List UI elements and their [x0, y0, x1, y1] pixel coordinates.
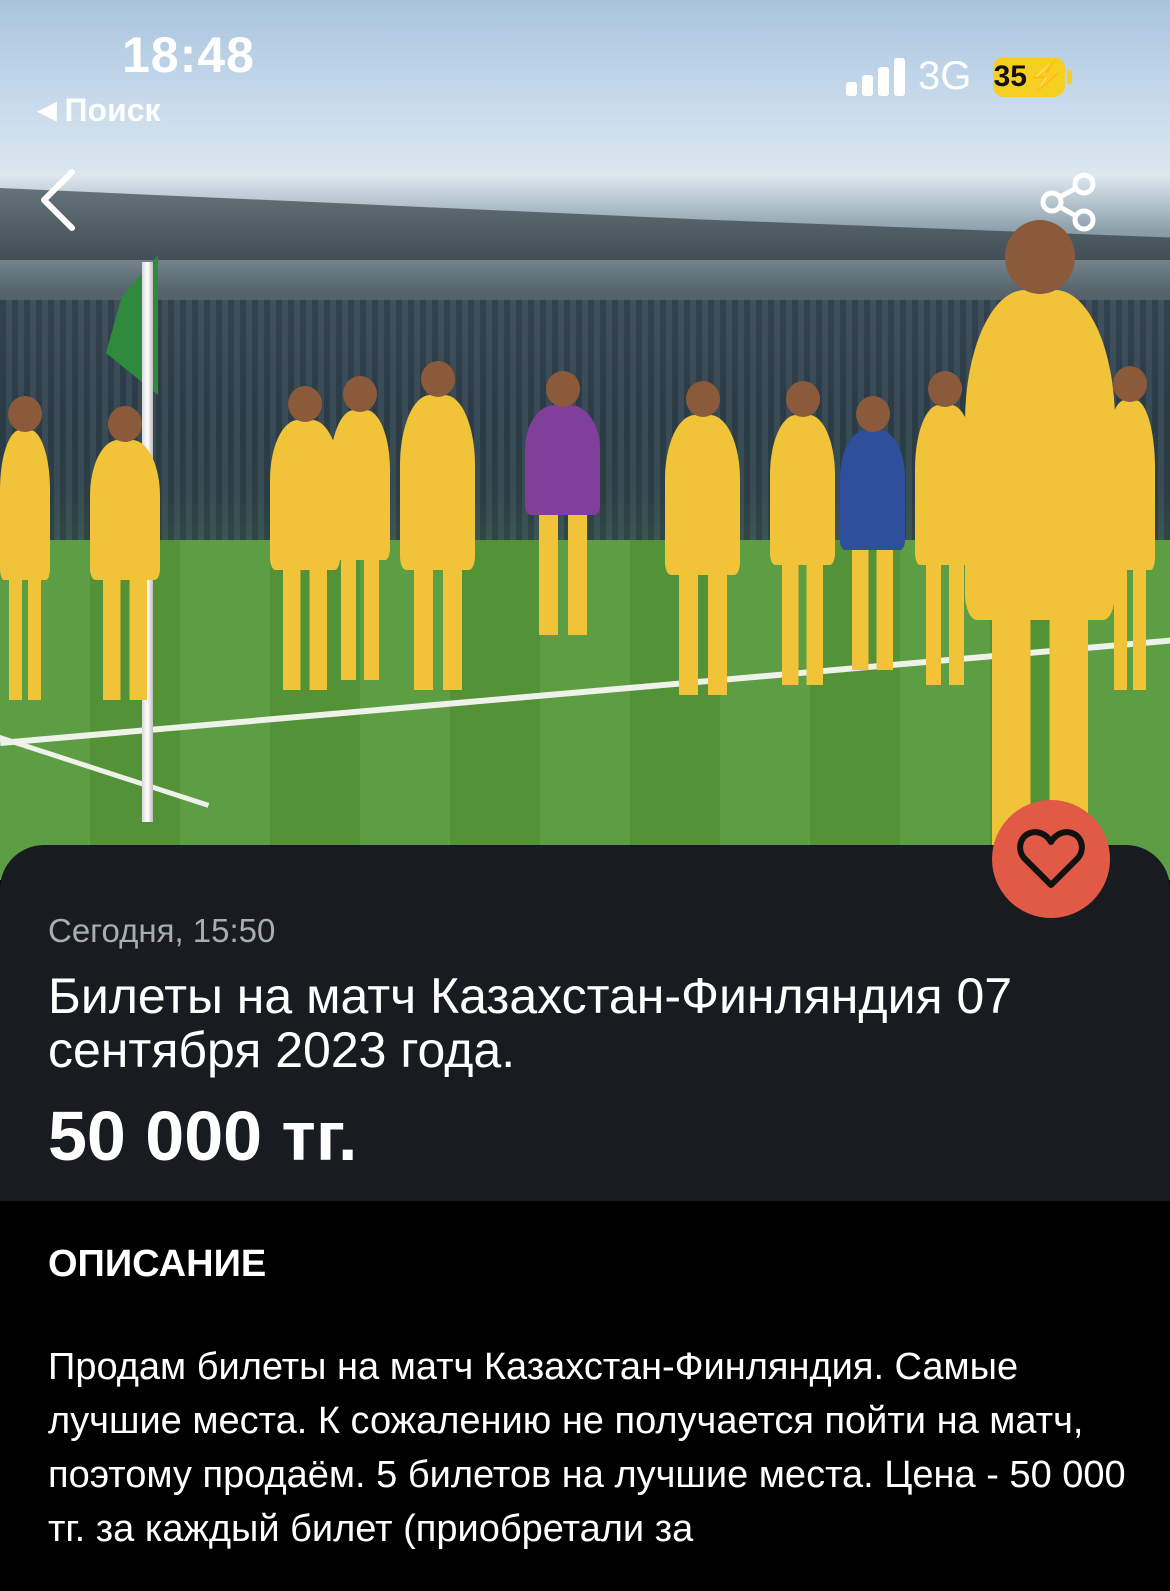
- share-icon: [1040, 172, 1096, 232]
- share-button[interactable]: [1038, 170, 1102, 234]
- player-figure: [665, 381, 740, 695]
- signal-strength-icon: [846, 58, 906, 96]
- listing-photo[interactable]: [0, 0, 1170, 880]
- player-figure: [840, 396, 905, 670]
- favorite-button[interactable]: [992, 800, 1110, 918]
- chevron-left-icon: [41, 169, 75, 231]
- heart-icon: [1017, 829, 1085, 888]
- back-button[interactable]: [34, 166, 94, 236]
- listing-price: 50 000 тг.: [48, 1097, 358, 1175]
- player-figure: [770, 381, 835, 685]
- listing-date: Сегодня, 15:50: [48, 912, 276, 949]
- staff-figure: [525, 371, 600, 635]
- player-figure: [330, 376, 390, 680]
- player-figure: [1105, 366, 1155, 690]
- battery-indicator: 35⚡: [993, 57, 1065, 97]
- charging-bolt-icon: ⚡: [1027, 60, 1065, 93]
- battery-level: 35: [993, 60, 1027, 93]
- player-figure: [400, 361, 475, 690]
- player-figure: [965, 220, 1115, 880]
- back-to-app-link[interactable]: ◀ Поиск: [38, 92, 161, 129]
- listing-title: Билеты на матч Казахстан-Финляндия 07 се…: [48, 968, 1013, 1078]
- back-triangle-icon: ◀: [38, 97, 57, 124]
- description-heading: ОПИСАНИЕ: [48, 1243, 267, 1285]
- back-to-app-label: Поиск: [64, 92, 161, 128]
- battery-tip: [1067, 70, 1072, 84]
- player-figure: [90, 406, 160, 700]
- network-type: 3G: [918, 54, 972, 98]
- player-figure: [0, 396, 50, 700]
- stadium-roof: [0, 188, 1170, 260]
- description-text: Продам билеты на матч Казахстан-Финлянди…: [48, 1346, 1126, 1550]
- status-time: 18:48: [122, 27, 255, 83]
